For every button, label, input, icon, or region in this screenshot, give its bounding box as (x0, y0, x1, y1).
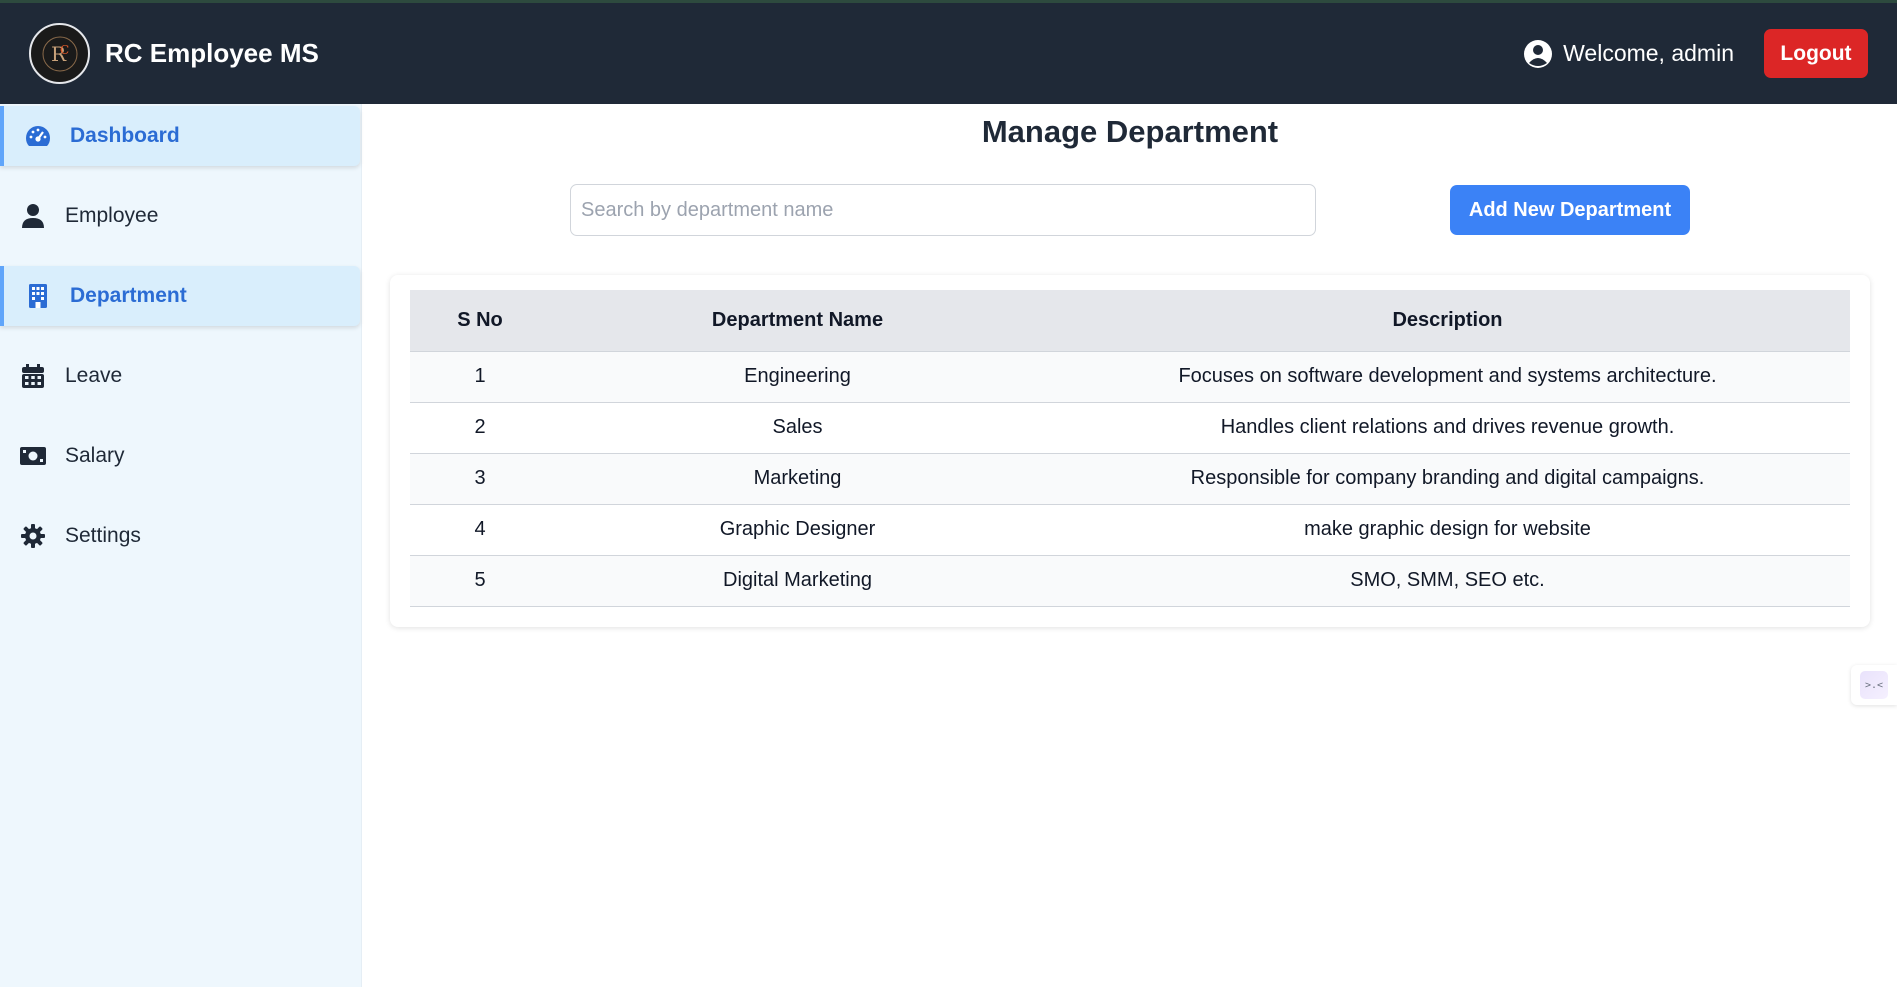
cell-name: Sales (550, 402, 1045, 454)
sidebar-item-label: Settings (65, 524, 141, 547)
table-row[interactable]: 4 Graphic Designer make graphic design f… (410, 504, 1850, 556)
cell-description: make graphic design for website (1045, 504, 1850, 556)
cell-description: Focuses on software development and syst… (1045, 351, 1850, 403)
cell-sno: 4 (410, 504, 550, 556)
money-bill-icon (20, 443, 46, 469)
sidebar-item-label: Leave (65, 364, 123, 387)
cell-description: SMO, SMM, SEO etc. (1045, 555, 1850, 607)
table-row[interactable]: 1 Engineering Focuses on software develo… (410, 351, 1850, 403)
brand-title: RC Employee MS (105, 38, 319, 68)
cell-sno: 2 (410, 402, 550, 454)
brand: R C RC Employee MS (29, 23, 319, 84)
cell-name: Marketing (550, 453, 1045, 505)
column-header-name[interactable]: Department Name (550, 290, 1045, 352)
add-department-button[interactable]: Add New Department (1450, 185, 1690, 235)
cell-name: Graphic Designer (550, 504, 1045, 556)
department-table-card: S No Department Name Description 1 Engin… (390, 275, 1870, 627)
user-icon (20, 203, 46, 229)
building-icon (25, 283, 51, 309)
table-row[interactable]: 2 Sales Handles client relations and dri… (410, 402, 1850, 454)
gear-icon (20, 523, 46, 549)
search-input[interactable] (570, 184, 1316, 236)
main-content: Manage Department Add New Department S N… (363, 104, 1897, 987)
assistant-face-icon: >.< (1860, 671, 1888, 699)
gauge-icon (25, 123, 51, 149)
table-row[interactable]: 5 Digital Marketing SMO, SMM, SEO etc. (410, 555, 1850, 607)
page-title: Manage Department (981, 114, 1279, 149)
sidebar-item-settings[interactable]: Settings (0, 506, 360, 566)
column-header-sno[interactable]: S No (410, 290, 550, 352)
svg-text:C: C (60, 43, 69, 57)
calendar-icon (20, 363, 46, 389)
sidebar: Dashboard Employee Department Leave Sala… (0, 104, 362, 987)
table-header-row: S No Department Name Description (410, 290, 1850, 352)
cell-description: Responsible for company branding and dig… (1045, 453, 1850, 505)
cell-sno: 1 (410, 351, 550, 403)
app-header: R C RC Employee MS Welcome, admin Logout (0, 3, 1897, 104)
cell-description: Handles client relations and drives reve… (1045, 402, 1850, 454)
sidebar-item-dashboard[interactable]: Dashboard (0, 106, 360, 166)
cell-sno: 3 (410, 453, 550, 505)
sidebar-item-label: Department (70, 284, 187, 307)
logout-button[interactable]: Logout (1764, 29, 1868, 78)
user-circle-icon (1523, 39, 1553, 69)
cell-name: Digital Marketing (550, 555, 1045, 607)
sidebar-item-salary[interactable]: Salary (0, 426, 360, 486)
table-row[interactable]: 3 Marketing Responsible for company bran… (410, 453, 1850, 505)
sidebar-item-label: Dashboard (70, 124, 180, 147)
user-area: Welcome, admin Logout (1523, 29, 1868, 78)
cell-name: Engineering (550, 351, 1045, 403)
brand-logo[interactable]: R C (29, 23, 90, 84)
welcome-text: Welcome, admin (1563, 40, 1734, 66)
sidebar-item-label: Salary (65, 444, 125, 467)
sidebar-item-label: Employee (65, 204, 159, 227)
cell-sno: 5 (410, 555, 550, 607)
floating-assistant-widget[interactable]: >.< (1851, 665, 1897, 705)
sidebar-item-department[interactable]: Department (0, 266, 360, 326)
sidebar-item-leave[interactable]: Leave (0, 346, 360, 406)
department-table: S No Department Name Description 1 Engin… (410, 290, 1850, 607)
column-header-description[interactable]: Description (1045, 290, 1850, 352)
sidebar-item-employee[interactable]: Employee (0, 186, 360, 246)
